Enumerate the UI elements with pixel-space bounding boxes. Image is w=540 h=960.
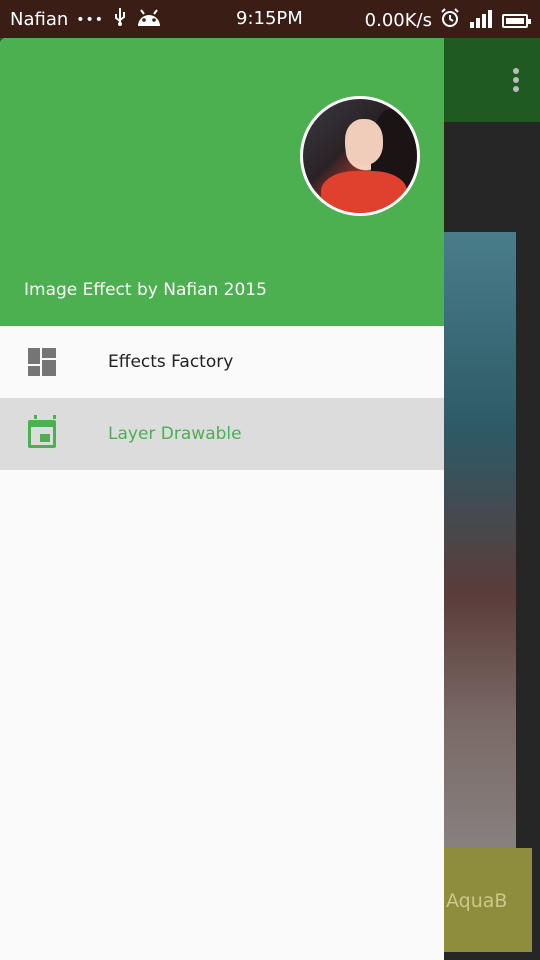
clock: 9:15PM [236,8,303,29]
dashboard-icon [28,348,56,376]
preview-image [444,232,516,888]
network-speed: 0.00K/s [364,10,432,31]
menu-item-label: Effects Factory [108,352,234,372]
usb-icon [112,8,128,31]
effect-button-label: AquaB [446,890,508,912]
battery-icon [502,13,531,28]
overflow-menu-icon[interactable] [512,68,520,92]
android-icon [136,8,162,31]
calendar-icon [28,415,56,448]
avatar[interactable] [300,96,420,216]
status-right: 0.00K/s [364,8,531,33]
status-bar: Nafian ••• 9:15PM 0.00K/s [0,0,540,38]
status-left: Nafian ••• [10,8,162,31]
menu-item-label: Layer Drawable [108,424,242,444]
signal-icon [468,8,492,33]
navigation-drawer: Image Effect by Nafian 2015 Effects Fact… [0,38,444,960]
drawer-menu: Effects Factory Layer Drawable [0,326,444,470]
menu-item-effects-factory[interactable]: Effects Factory [0,326,444,398]
alarm-icon [440,8,460,33]
more-notifications-icon: ••• [76,11,105,28]
menu-item-layer-drawable[interactable]: Layer Drawable [0,398,444,470]
drawer-header-title: Image Effect by Nafian 2015 [24,280,267,300]
drawer-header: Image Effect by Nafian 2015 [0,38,444,326]
carrier-name: Nafian [10,9,69,30]
